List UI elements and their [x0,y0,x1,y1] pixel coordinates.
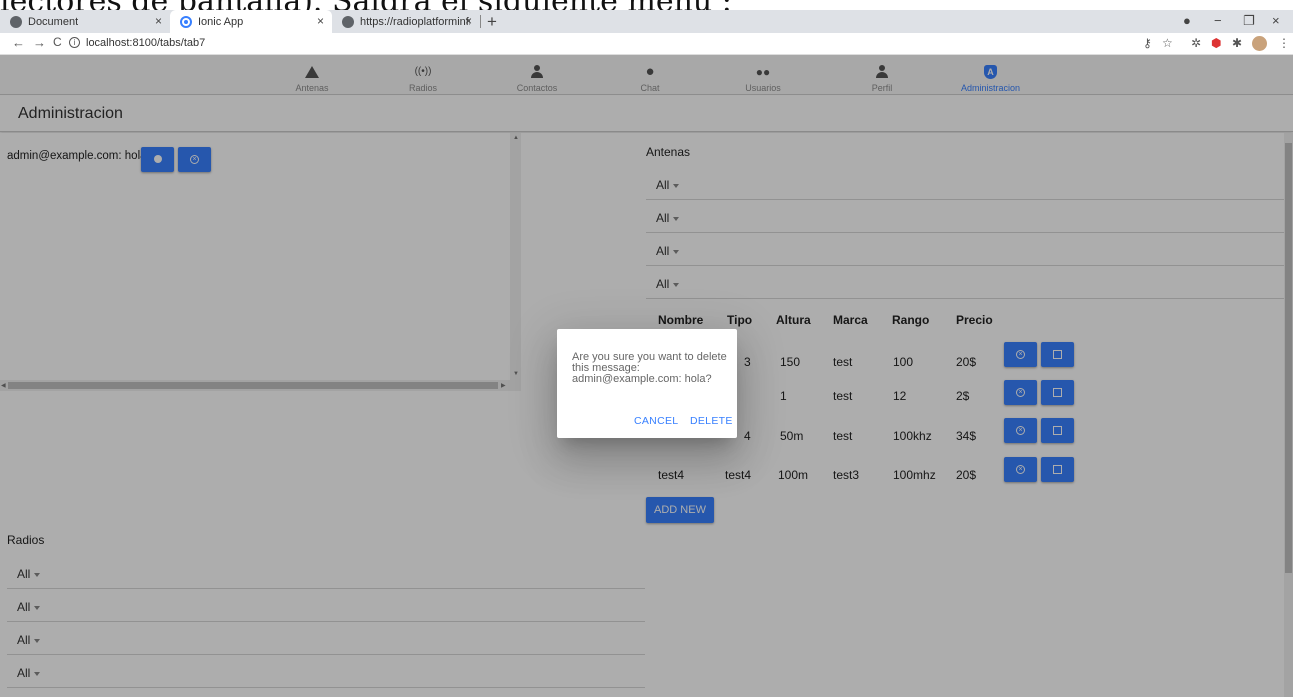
menu-icon[interactable]: ⋮ [1278,36,1290,50]
globe-icon [10,15,22,28]
extension-icon[interactable]: ✲ [1191,36,1201,50]
url-field[interactable]: localhost:8100/tabs/tab7 [86,37,205,49]
star-icon[interactable]: ☆ [1162,36,1173,50]
screen: lectores de pantalla). Saldrá el siguien… [0,0,1293,697]
maximize-button[interactable]: ❐ [1243,13,1255,29]
site-info-icon[interactable]: i [69,37,80,48]
account-icon[interactable]: ● [1183,13,1191,28]
ionic-icon [180,15,192,28]
tab-separator [480,15,481,28]
browser-tab-title: https://radioplatforminfrastructu [360,15,470,28]
close-icon[interactable]: × [155,14,162,28]
puzzle-icon[interactable]: ✱ [1232,36,1242,50]
window-close-button[interactable]: × [1272,13,1280,28]
dialog-message: Are you sure you want to delete this mes… [572,351,727,385]
new-tab-button[interactable]: + [487,12,497,32]
browser-tab-title: Ionic App [198,15,244,28]
key-icon[interactable]: ⚷ [1143,36,1152,50]
browser-tab-ionic-app[interactable]: Ionic App × [170,10,332,33]
close-icon[interactable]: × [465,14,472,28]
confirm-delete-dialog: Are you sure you want to delete this mes… [557,329,737,438]
close-icon[interactable]: × [317,14,324,28]
forward-button[interactable]: → [33,35,46,50]
extension-shield-icon[interactable]: ⬢ [1211,36,1221,50]
browser-tab-document[interactable]: Document × [0,10,170,33]
globe-icon [342,15,354,28]
cancel-button[interactable]: CANCEL [634,415,678,427]
reload-button[interactable]: C [53,35,62,49]
browser-tabstrip: Document × Ionic App × https://radioplat… [0,10,1293,33]
minimize-button[interactable]: − [1214,13,1222,28]
browser-tab-title: Document [28,15,79,28]
profile-avatar[interactable] [1252,36,1267,51]
browser-addressbar: ← → C i localhost:8100/tabs/tab7 ⚷ ☆ ✲ ⬢… [0,33,1293,55]
back-button[interactable]: ← [12,35,25,50]
delete-button[interactable]: DELETE [690,415,733,427]
browser-tab-radioplatform[interactable]: https://radioplatforminfrastructu × [332,10,480,33]
